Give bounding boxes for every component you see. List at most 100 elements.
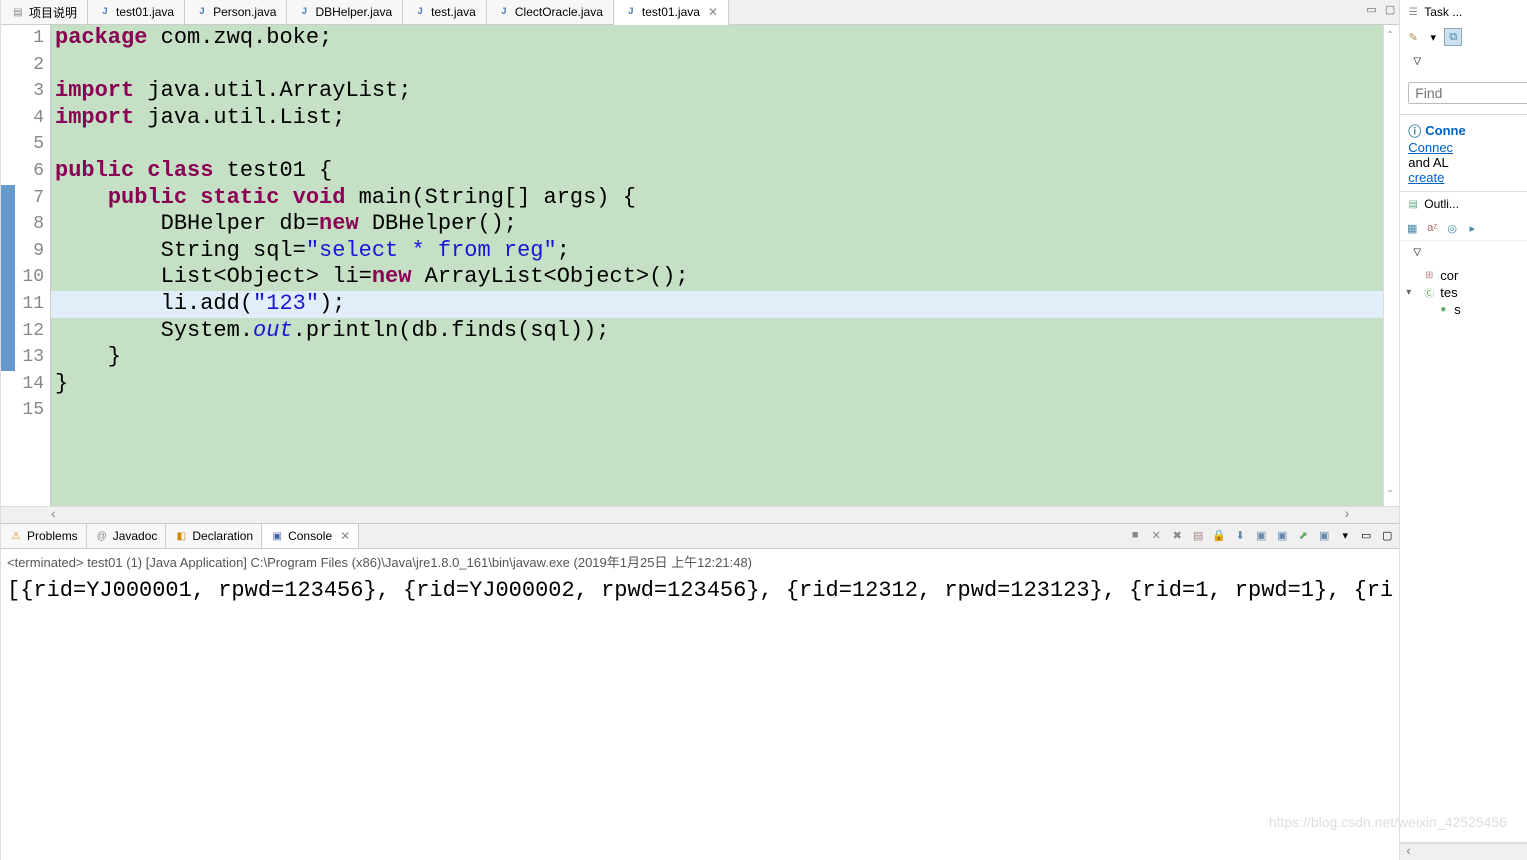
connector-text: and AL [1408, 155, 1527, 170]
code-line[interactable]: System.out.println(db.finds(sql)); [51, 318, 1383, 345]
tab-label: 项目说明 [29, 4, 77, 21]
editor-tab[interactable]: J ClectOracle.java [487, 0, 614, 24]
minimize-icon[interactable]: ▭ [1358, 527, 1374, 543]
java-file-icon: J [297, 5, 311, 19]
dropdown-icon[interactable]: ▾ [1424, 28, 1442, 46]
editor-tab[interactable]: Jtest01.java [88, 0, 185, 24]
open-console-icon[interactable]: ⬈ [1295, 527, 1311, 543]
close-icon[interactable]: ✕ [708, 5, 718, 19]
editor-horizontal-scrollbar[interactable] [1, 506, 1399, 523]
code-line[interactable]: List<Object> li=new ArrayList<Object>(); [51, 264, 1383, 291]
new-console-icon[interactable]: ▣ [1316, 527, 1332, 543]
tab-label: ClectOracle.java [515, 5, 603, 19]
right-horizontal-scrollbar[interactable] [1400, 843, 1527, 860]
code-line[interactable]: } [51, 344, 1383, 371]
connector-title: Conne [1425, 123, 1465, 138]
outline-title: Outli... [1424, 197, 1459, 211]
find-input[interactable] [1415, 85, 1527, 101]
maximize-icon[interactable]: ▢ [1379, 527, 1395, 543]
code-line[interactable]: DBHelper db=new DBHelper(); [51, 211, 1383, 238]
code-line[interactable]: import java.util.List; [51, 105, 1383, 132]
line-number: 9 [15, 238, 50, 265]
console-output[interactable]: [{rid=YJ000001, rpwd=123456}, {rid=YJ000… [1, 574, 1399, 860]
code-line[interactable]: li.add("123"); [51, 291, 1383, 318]
code-line[interactable]: String sql="select * from reg"; [51, 238, 1383, 265]
outline-item[interactable]: ⊞cor [1406, 267, 1527, 284]
right-side-panel: ☰ Task ... ✎ ▾ ⧉ ▽ 🔍 ⓘConne Connec and A… [1399, 0, 1527, 860]
editor-tab[interactable]: Jtest.java [403, 0, 487, 24]
outline-view: ▤ Outli... ▦ aᶻ ◎ ▸ ▽ ⊞cor ▾ Ⓒtes●s [1400, 192, 1527, 843]
word-wrap-icon[interactable]: ⬇ [1232, 527, 1248, 543]
tab-label: test.java [431, 5, 476, 19]
code-line[interactable] [51, 52, 1383, 79]
code-editor[interactable]: 123456789101112131415 package com.zwq.bo… [1, 25, 1399, 506]
console-toolbar: ■ ✕ ✖ ▤ 🔒 ⬇ ▣ ▣ ⬈ ▣ ▾ ▭ ▢ [1127, 527, 1395, 543]
task-icon: ☰ [1406, 5, 1420, 19]
code-line[interactable]: public static void main(String[] args) { [51, 185, 1383, 212]
focus-task-icon[interactable]: ⧉ [1444, 28, 1462, 46]
outline-header[interactable]: ▤ Outli... [1400, 192, 1527, 216]
find-input-container[interactable]: 🔍 [1408, 82, 1527, 104]
outline-label: tes [1440, 285, 1457, 300]
remove-launch-icon[interactable]: ✕ [1148, 527, 1164, 543]
line-number: 8 [15, 211, 50, 238]
code-line[interactable]: } [51, 371, 1383, 398]
code-content[interactable]: package com.zwq.boke; import java.util.Ar… [51, 25, 1383, 506]
line-number: 3 [15, 78, 50, 105]
editor-tab[interactable]: JDBHelper.java [287, 0, 403, 24]
line-number: 13 [15, 344, 50, 371]
maximize-editor-icon[interactable]: ▢ [1385, 3, 1395, 16]
code-line[interactable]: public class test01 { [51, 158, 1383, 185]
sort-icon[interactable]: aᶻ [1423, 219, 1441, 237]
outline-item[interactable]: ▾ Ⓒtes [1406, 284, 1527, 301]
java-file-icon: J [497, 5, 511, 19]
pin-console-icon[interactable]: ▣ [1253, 527, 1269, 543]
java-file-icon: J [195, 5, 209, 19]
task-view-header[interactable]: ☰ Task ... [1400, 0, 1527, 24]
create-link[interactable]: create [1408, 170, 1444, 185]
terminate-icon[interactable]: ■ [1127, 527, 1143, 543]
tab-problems[interactable]: ⚠Problems [1, 524, 87, 548]
bottom-tab-bar: ⚠Problems @Javadoc ◧Declaration ▣Console… [1, 524, 1399, 549]
tree-caret-icon[interactable]: ▾ [1406, 287, 1418, 298]
class-icon: Ⓒ [1422, 286, 1436, 300]
code-line[interactable]: package com.zwq.boke; [51, 25, 1383, 52]
clear-console-icon[interactable]: ▤ [1190, 527, 1206, 543]
line-number: 14 [15, 371, 50, 398]
outline-item[interactable]: ●s [1406, 301, 1527, 318]
line-number: 5 [15, 131, 50, 158]
console-launch-info: <terminated> test01 (1) [Java Applicatio… [1, 549, 1399, 574]
dropdown-icon[interactable]: ▽ [1408, 52, 1426, 70]
problems-icon: ⚠ [9, 529, 23, 543]
tab-label: Declaration [192, 529, 253, 543]
editor-tab[interactable]: Jtest01.java✕ [614, 0, 729, 25]
tab-console[interactable]: ▣Console✕ [262, 524, 359, 548]
focus-active-icon[interactable]: ▦ [1403, 219, 1421, 237]
code-line[interactable] [51, 131, 1383, 158]
watermark-text: https://blog.csdn.net/weixin_42525456 [1269, 814, 1507, 830]
remove-all-icon[interactable]: ✖ [1169, 527, 1185, 543]
hide-fields-icon[interactable]: ◎ [1443, 219, 1461, 237]
tab-label: Javadoc [113, 529, 158, 543]
hide-static-icon[interactable]: ▸ [1463, 219, 1481, 237]
connector-section: ⓘConne Connec and AL create [1400, 115, 1527, 192]
display-icon[interactable]: ▣ [1274, 527, 1290, 543]
connector-link[interactable]: Connec [1408, 140, 1453, 155]
new-task-icon[interactable]: ✎ [1404, 28, 1422, 46]
tab-javadoc[interactable]: @Javadoc [87, 524, 167, 548]
minimize-editor-icon[interactable]: ▭ [1366, 3, 1376, 16]
code-line[interactable]: import java.util.ArrayList; [51, 78, 1383, 105]
overview-ruler[interactable] [1383, 25, 1399, 506]
editor-tab[interactable]: ▤项目说明 [1, 0, 88, 24]
dropdown-icon[interactable]: ▽ [1408, 243, 1426, 261]
code-line[interactable] [51, 397, 1383, 424]
dropdown-icon[interactable]: ▾ [1337, 527, 1353, 543]
package-icon: ⊞ [1422, 269, 1436, 283]
close-icon[interactable]: ✕ [340, 529, 350, 543]
scroll-lock-icon[interactable]: 🔒 [1211, 527, 1227, 543]
outline-tree[interactable]: ⊞cor ▾ Ⓒtes●s [1400, 263, 1527, 322]
editor-tab[interactable]: JPerson.java [185, 0, 287, 24]
line-number: 12 [15, 318, 50, 345]
bottom-panel: ⚠Problems @Javadoc ◧Declaration ▣Console… [1, 523, 1399, 860]
tab-declaration[interactable]: ◧Declaration [166, 524, 262, 548]
